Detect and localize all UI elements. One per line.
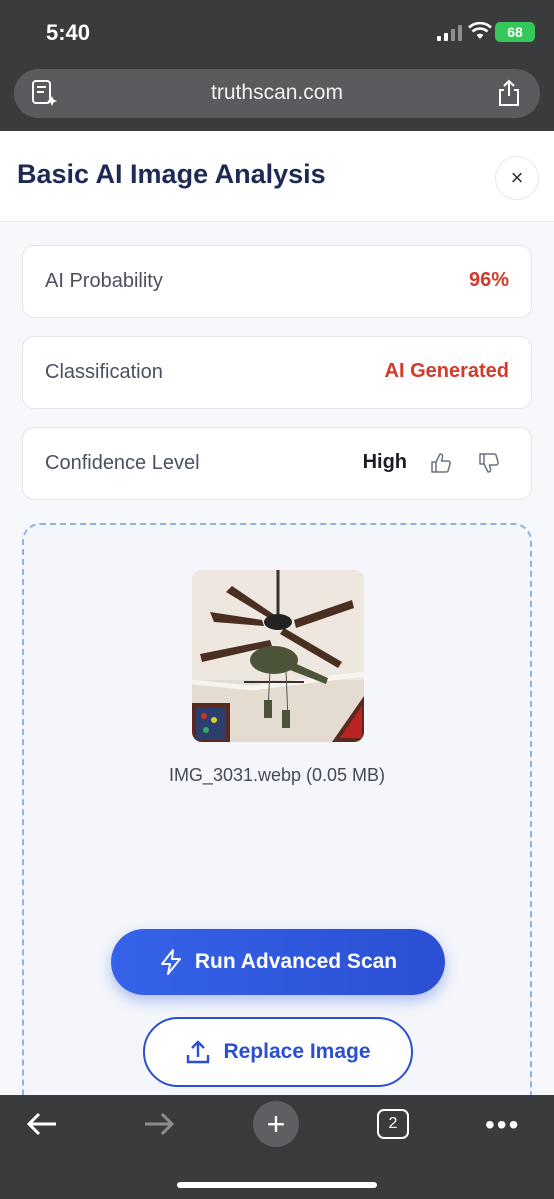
tabs-button[interactable]: 2	[377, 1109, 409, 1139]
file-name: IMG_3031.webp (0.05 MB)	[168, 765, 386, 785]
lightning-icon	[160, 949, 181, 975]
home-indicator	[177, 1182, 377, 1188]
thumbs-down-icon[interactable]	[478, 452, 500, 474]
back-arrow-icon[interactable]	[26, 1111, 58, 1137]
more-options-icon[interactable]: •••	[485, 1111, 520, 1139]
replace-image-label: Replace Image	[223, 1040, 371, 1063]
run-advanced-scan-label: Run Advanced Scan	[194, 950, 398, 973]
stat-label: AI Probability	[45, 270, 163, 292]
wifi-icon	[468, 22, 492, 39]
classification-card: Classification AI Generated	[22, 336, 532, 409]
modal-title: Basic AI Image Analysis	[17, 159, 326, 189]
close-button[interactable]: ×	[495, 156, 539, 200]
new-tab-button[interactable]: +	[253, 1101, 299, 1147]
run-advanced-scan-button[interactable]: Run Advanced Scan	[111, 929, 445, 995]
ai-probability-card: AI Probability 96%	[22, 245, 532, 318]
forward-arrow-icon[interactable]	[143, 1111, 175, 1137]
cellular-signal-icon	[437, 25, 462, 41]
thumbs-up-icon[interactable]	[430, 452, 452, 474]
battery-indicator: 68	[495, 22, 535, 42]
browser-toolbar: + 2 •••	[0, 1095, 554, 1199]
status-time: 5:40	[46, 20, 91, 45]
address-bar[interactable]: truthscan.com	[14, 69, 540, 118]
ai-probability-value: 96%	[468, 269, 509, 291]
status-bar: 5:40 68	[0, 0, 554, 66]
confidence-value: High	[362, 451, 407, 473]
classification-value: AI Generated	[384, 360, 509, 382]
confidence-card: Confidence Level High	[22, 427, 532, 500]
modal-header: Basic AI Image Analysis ×	[0, 131, 554, 222]
replace-image-button[interactable]: Replace Image	[143, 1017, 413, 1087]
url-text[interactable]: truthscan.com	[14, 81, 540, 105]
stat-label: Classification	[45, 361, 163, 383]
modal-content: AI Probability 96% Classification AI Gen…	[0, 223, 554, 1095]
upload-drop-zone[interactable]: IMG_3031.webp (0.05 MB) Run Advanced Sca…	[22, 523, 532, 1095]
uploaded-image-preview	[192, 570, 364, 742]
web-page: Basic AI Image Analysis × AI Probability…	[0, 131, 554, 1095]
stat-label: Confidence Level	[45, 452, 200, 474]
share-icon[interactable]	[496, 79, 522, 107]
upload-icon	[187, 1040, 210, 1064]
